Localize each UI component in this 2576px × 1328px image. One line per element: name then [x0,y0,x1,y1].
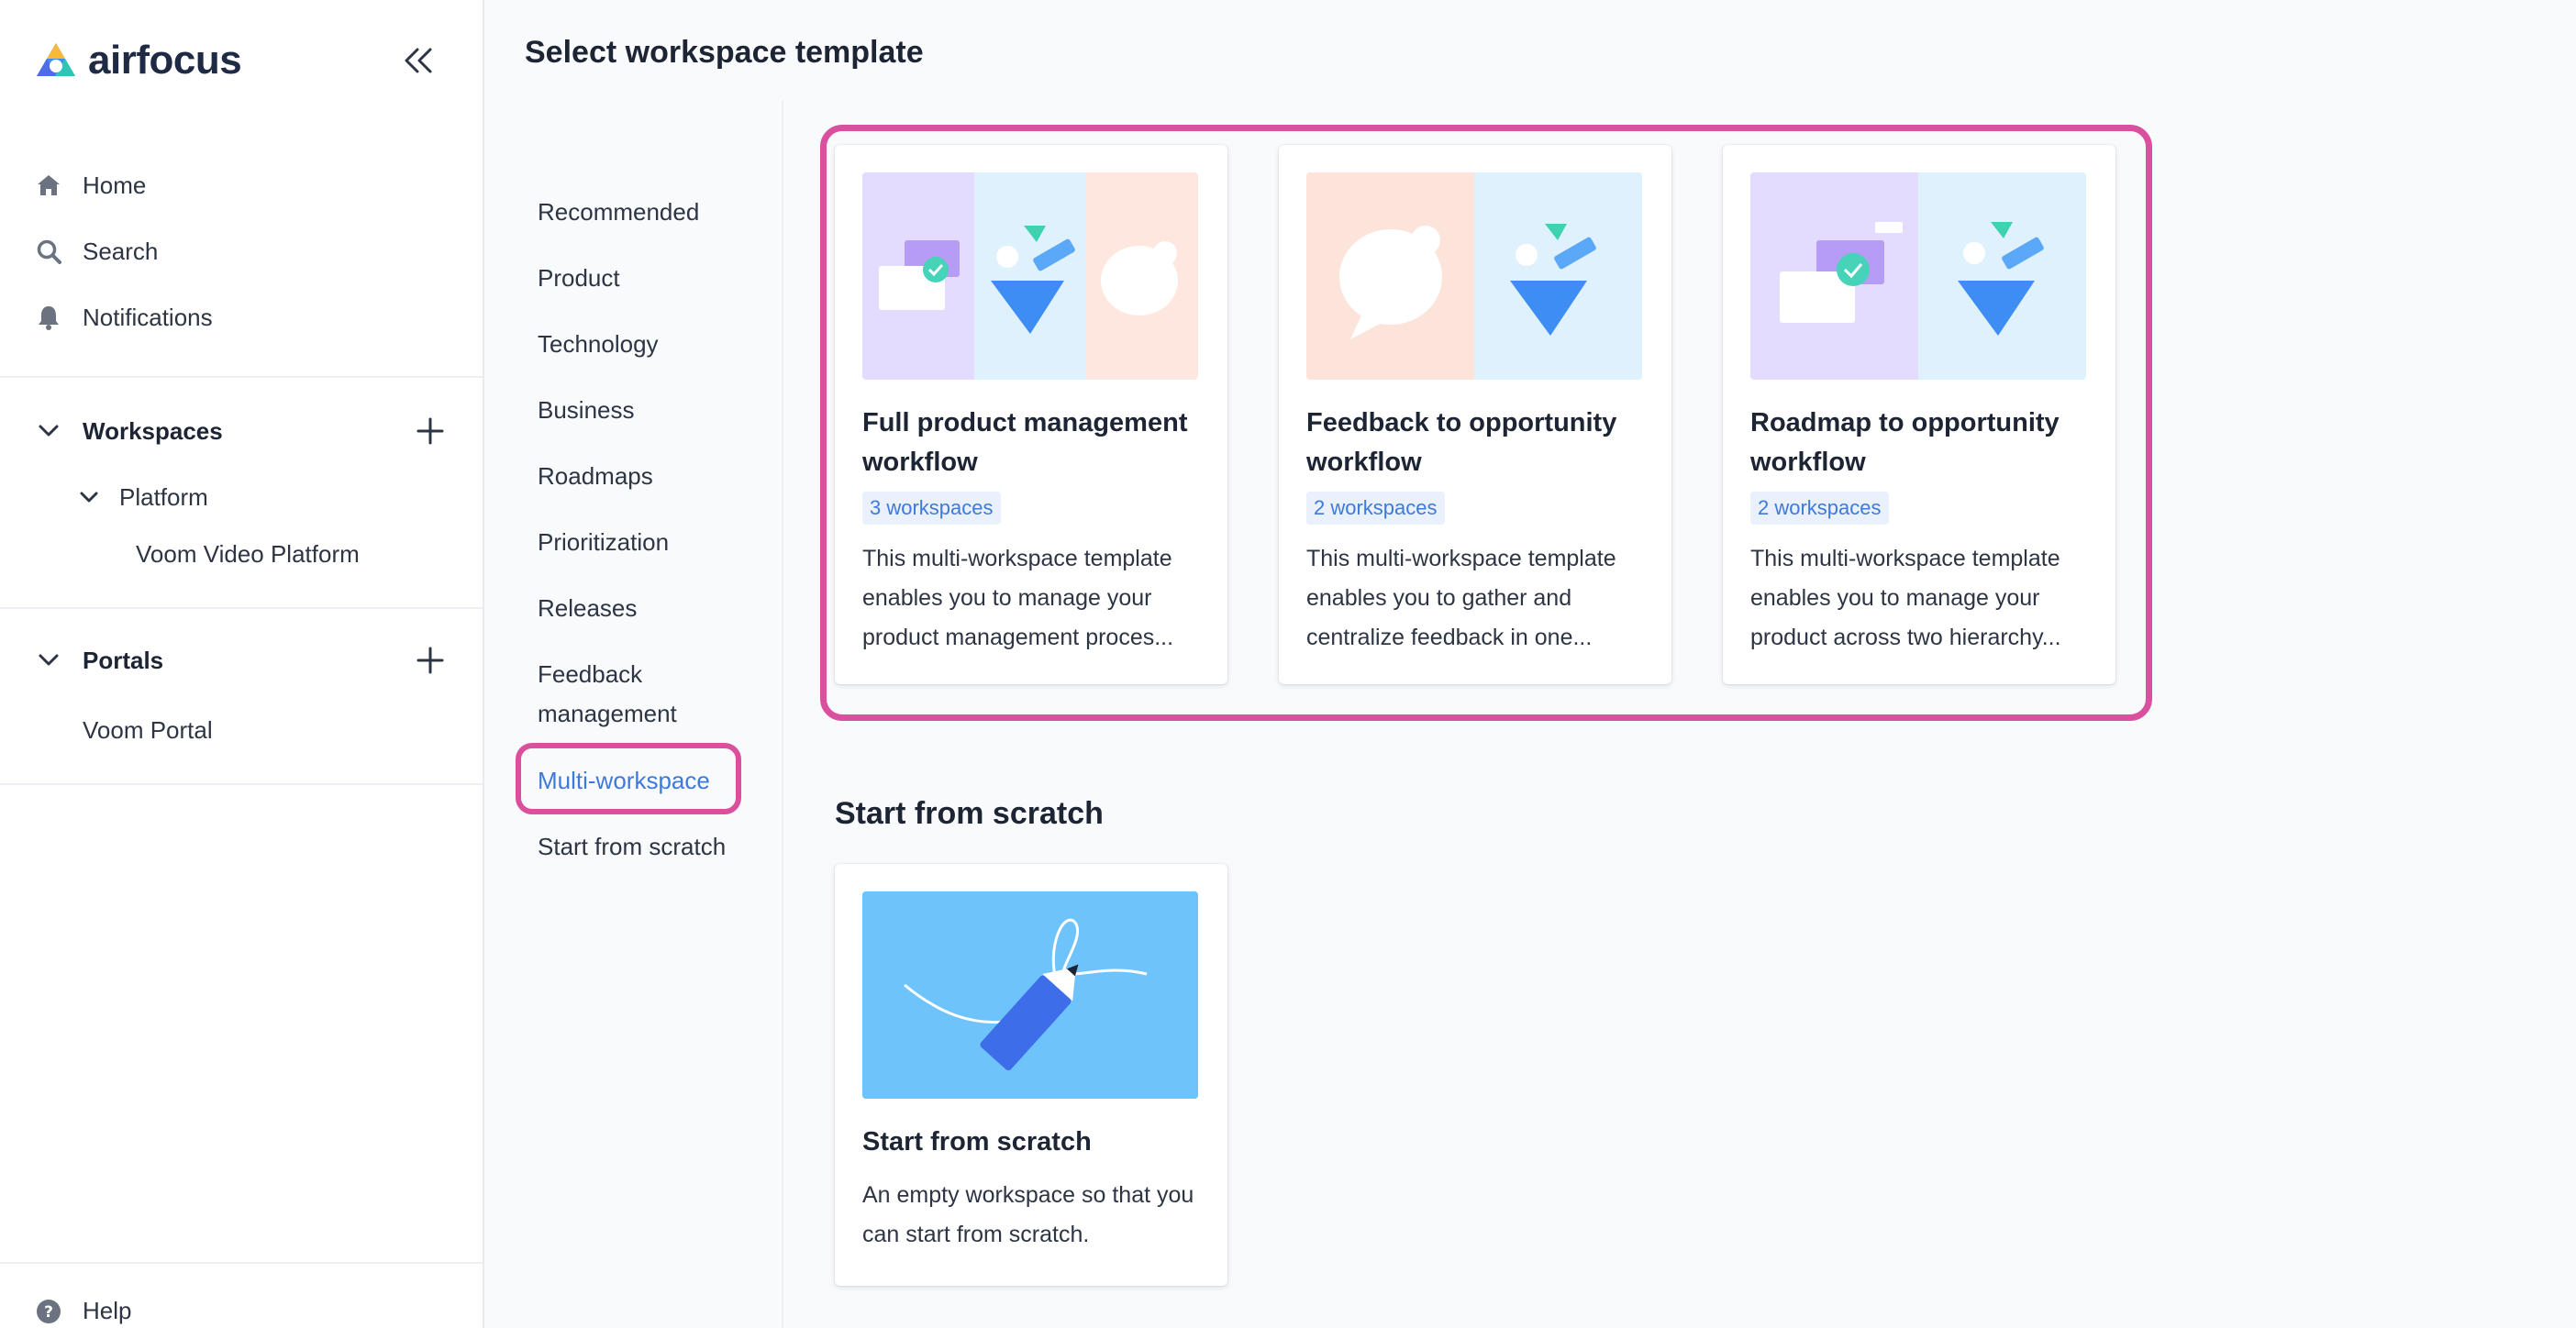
sidebar-divider [0,1262,483,1264]
category-column-divider [782,101,783,1328]
template-description: An empty workspace so that you can start… [862,1182,1194,1247]
svg-text:?: ? [44,1303,53,1322]
folder-platform[interactable]: Platform [75,477,208,517]
help-button[interactable]: ? Help [35,1297,131,1325]
portals-label: Portals [83,646,164,674]
chevron-down-icon [35,653,62,668]
app-name: airfocus [88,38,242,83]
nav-notifications[interactable]: Notifications [35,295,213,339]
active-category-highlight [516,743,741,814]
folder-platform-label: Platform [119,482,208,511]
plus-icon [416,417,444,445]
plus-icon [416,647,444,674]
workspaces-section-toggle[interactable]: Workspaces [35,409,223,453]
category-product[interactable]: Product [538,259,620,298]
template-title: Start from scratch [862,1127,1092,1156]
home-icon [35,172,62,199]
category-releases[interactable]: Releases [538,589,637,628]
page-title: Select workspace template [525,35,924,70]
airfocus-logo-icon [37,43,75,76]
double-chevron-left-icon [405,48,432,73]
nav-search[interactable]: Search [35,229,158,273]
start-from-scratch-heading: Start from scratch [835,796,1104,831]
help-label: Help [83,1297,132,1324]
portals-section-toggle[interactable]: Portals [35,638,163,682]
sidebar: airfocus Home Search Notifications Works… [0,0,484,1328]
app-logo[interactable]: airfocus [35,38,242,83]
category-roadmaps[interactable]: Roadmaps [538,457,653,496]
category-recommended[interactable]: Recommended [538,193,699,232]
category-feedback-management[interactable]: Feedback management [538,655,677,734]
portal-item[interactable]: Voom Portal [83,710,213,750]
search-icon [35,238,62,265]
help-icon: ? [35,1298,62,1325]
scratch-thumbnail [862,891,1198,1099]
chevron-down-icon [75,491,103,504]
nav-search-label: Search [83,237,159,265]
nav-notifications-label: Notifications [83,303,213,331]
workspaces-label: Workspaces [83,416,223,445]
add-portal-button[interactable] [411,641,450,680]
add-workspace-button[interactable] [411,412,450,450]
chevron-down-icon [35,424,62,438]
template-card-start-from-scratch[interactable]: Start from scratch An empty workspace so… [835,864,1227,1286]
workspace-item[interactable]: Voom Video Platform [136,534,360,574]
bell-icon [35,304,62,331]
collapse-sidebar-button[interactable] [396,40,440,81]
category-start-from-scratch[interactable]: Start from scratch [538,827,726,867]
sidebar-divider [0,783,483,785]
templates-group-highlight [820,125,2152,721]
category-technology[interactable]: Technology [538,325,659,364]
sidebar-divider [0,376,483,378]
nav-home[interactable]: Home [35,163,146,207]
sidebar-divider [0,607,483,609]
category-business[interactable]: Business [538,391,635,430]
category-prioritization[interactable]: Prioritization [538,523,669,562]
nav-home-label: Home [83,171,147,199]
